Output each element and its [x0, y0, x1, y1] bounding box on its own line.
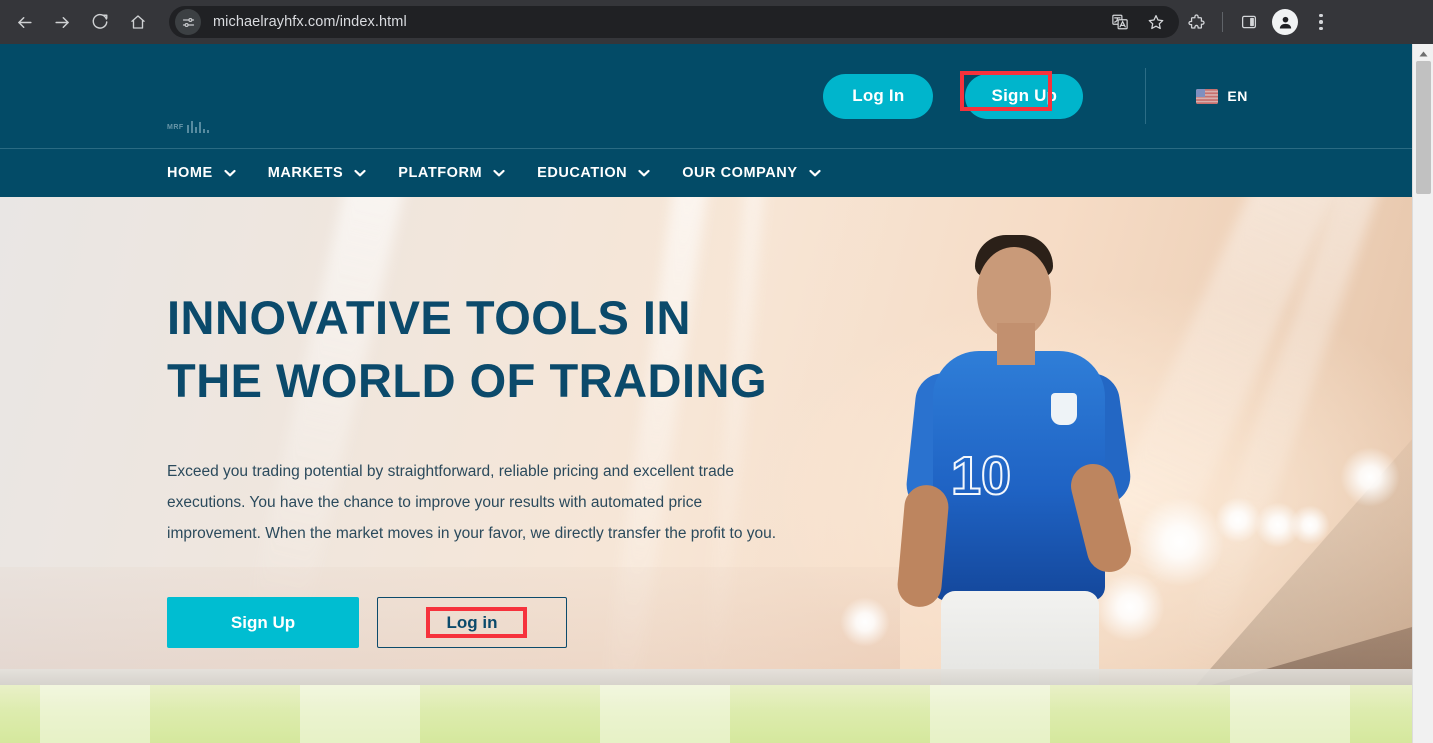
- language-label: EN: [1227, 88, 1248, 104]
- forward-arrow-icon: [53, 13, 72, 32]
- scrollbar-thumb[interactable]: [1416, 61, 1431, 194]
- header-actions: Log In Sign Up EN: [823, 44, 1412, 148]
- floodlight-icon: [1340, 447, 1400, 507]
- chevron-down-icon: [808, 164, 821, 182]
- chrome-right-actions: [1179, 5, 1344, 39]
- us-flag-icon: [1196, 88, 1219, 104]
- home-icon: [129, 13, 147, 31]
- logo-text: MRF: [167, 123, 184, 131]
- header-login-button[interactable]: Log In: [823, 73, 934, 119]
- hero-section: 10 INNOVATIVE TOOLS IN THE WORLD OF TRAD…: [0, 197, 1412, 743]
- hero-signup-button[interactable]: Sign Up: [167, 597, 359, 648]
- page-scrollbar[interactable]: [1412, 44, 1433, 743]
- hero-paragraph: Exceed you trading potential by straight…: [167, 463, 777, 542]
- nav-label: OUR COMPANY: [682, 165, 798, 181]
- reload-button[interactable]: [81, 3, 119, 41]
- nav-item-home[interactable]: HOME: [167, 164, 236, 182]
- hero-content: INNOVATIVE TOOLS IN THE WORLD OF TRADING…: [167, 287, 807, 648]
- back-button[interactable]: [5, 3, 43, 41]
- header-signup-button[interactable]: Sign Up: [965, 73, 1084, 119]
- chevron-down-icon: [638, 164, 650, 182]
- hero-title: INNOVATIVE TOOLS IN THE WORLD OF TRADING: [167, 287, 807, 412]
- site-settings-icon[interactable]: [175, 9, 201, 35]
- nav-label: PLATFORM: [398, 165, 483, 181]
- chevron-down-icon: [224, 164, 236, 182]
- forward-button[interactable]: [43, 3, 81, 41]
- extensions-puzzle-icon[interactable]: [1179, 5, 1213, 39]
- chevron-down-icon: [493, 164, 505, 182]
- profile-button[interactable]: [1268, 5, 1302, 39]
- hero-cta-group: Sign Up Log in: [167, 597, 807, 648]
- pitch-grass: [0, 685, 1412, 743]
- site-logo[interactable]: MRF: [167, 121, 209, 133]
- browser-nav-buttons: [0, 3, 157, 41]
- nav-item-markets[interactable]: MARKETS: [268, 164, 367, 182]
- nav-label: MARKETS: [267, 165, 344, 181]
- header-divider: [1145, 68, 1147, 124]
- hero-title-line-1: INNOVATIVE TOOLS IN: [167, 291, 691, 344]
- translate-icon[interactable]: [1103, 5, 1137, 39]
- nav-item-education[interactable]: EDUCATION: [537, 164, 650, 182]
- home-button[interactable]: [119, 3, 157, 41]
- nav-label: EDUCATION: [537, 165, 628, 181]
- url-text: michaelrayhfx.com/index.html: [213, 14, 407, 30]
- site-header: MRF Log In Sign Up EN: [0, 44, 1412, 148]
- side-panel-icon[interactable]: [1232, 5, 1266, 39]
- page-viewport: MRF Log In Sign Up EN HOME MARKETS PLATF…: [0, 44, 1433, 743]
- hero-title-line-2: THE WORLD OF TRADING: [167, 353, 768, 407]
- hero-login-wrapper: Log in: [377, 597, 567, 648]
- profile-avatar-icon: [1272, 9, 1298, 35]
- floodlight-icon: [1290, 505, 1330, 545]
- floodlight-icon: [1215, 497, 1261, 543]
- language-selector[interactable]: EN: [1196, 88, 1248, 104]
- nav-list: HOME MARKETS PLATFORM EDUCATION OUR COMP…: [0, 164, 853, 182]
- web-page: MRF Log In Sign Up EN HOME MARKETS PLATF…: [0, 44, 1412, 743]
- chevron-down-icon: [354, 164, 366, 182]
- hero-player-image: 10: [855, 223, 1185, 743]
- main-navigation: HOME MARKETS PLATFORM EDUCATION OUR COMP…: [0, 148, 1412, 197]
- star-icon[interactable]: [1139, 5, 1173, 39]
- scroll-up-button[interactable]: [1413, 44, 1433, 61]
- address-bar[interactable]: michaelrayhfx.com/index.html: [169, 6, 1179, 38]
- nav-item-our-company[interactable]: OUR COMPANY: [682, 164, 821, 182]
- toolbar-divider: [1222, 12, 1223, 32]
- jersey-number: 10: [950, 445, 1012, 507]
- omnibox-actions: [1103, 5, 1173, 39]
- three-dot-menu-icon[interactable]: [1304, 5, 1338, 39]
- browser-toolbar: michaelrayhfx.com/index.html: [0, 0, 1433, 44]
- back-arrow-icon: [15, 13, 34, 32]
- reload-icon: [91, 13, 109, 31]
- logo-graphic-icon: [186, 121, 209, 133]
- chevron-up-icon: [1419, 44, 1428, 62]
- header-signup-wrapper: Sign Up: [960, 70, 1084, 119]
- nav-item-platform[interactable]: PLATFORM: [398, 164, 505, 182]
- hero-login-button[interactable]: Log in: [377, 597, 567, 648]
- nav-label: HOME: [167, 165, 213, 181]
